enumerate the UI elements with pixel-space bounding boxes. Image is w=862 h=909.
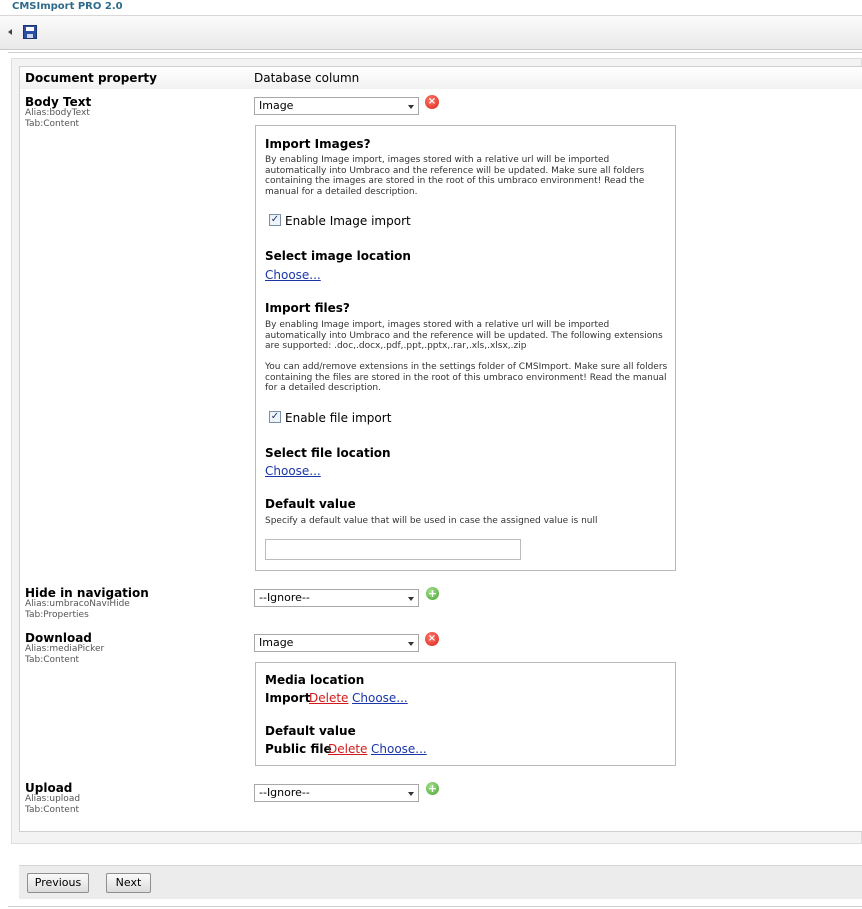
media-default-value-title: Default value (265, 724, 356, 738)
choose-file-location-link[interactable]: Choose... (265, 464, 321, 478)
column-select-download[interactable]: Image (254, 634, 419, 652)
import-images-description: By enabling Image import, images stored … (265, 155, 645, 197)
select-file-location-title: Select file location (265, 446, 391, 460)
property-alias: Alias:bodyText (25, 108, 90, 118)
remove-mapping-icon[interactable]: × (425, 632, 439, 646)
dropdown-arrow-icon (408, 792, 414, 796)
default-value-input[interactable] (265, 539, 521, 560)
property-alias: Alias:mediaPicker (25, 644, 105, 654)
property-name: Download (25, 631, 92, 645)
save-icon[interactable] (23, 25, 37, 39)
property-tab: Tab:Content (25, 119, 80, 129)
default-value-title: Default value (265, 497, 356, 511)
import-files-extensions-note: You can add/remove extensions in the set… (265, 362, 668, 393)
enable-file-import-label: Enable file import (285, 411, 392, 425)
select-value: Image (259, 636, 294, 649)
import-images-title: Import Images? (265, 137, 371, 151)
enable-file-import-checkbox[interactable]: ✓ (269, 411, 281, 423)
toolbar (0, 15, 862, 50)
delete-public-file-link[interactable]: Delete (328, 742, 367, 756)
add-mapping-icon[interactable]: + (426, 587, 439, 600)
property-tab: Tab:Content (25, 655, 80, 665)
app-title: CMSImport PRO 2.0 (12, 1, 123, 12)
remove-mapping-icon[interactable]: × (425, 95, 439, 109)
divider (8, 52, 862, 53)
column-select-hide-in-navigation[interactable]: --Ignore-- (254, 589, 419, 607)
choose-public-file-link[interactable]: Choose... (371, 742, 427, 756)
public-file-label: Public file (265, 742, 332, 756)
dropdown-arrow-icon (408, 105, 414, 109)
dropdown-arrow-icon (408, 597, 414, 601)
column-select-body-text[interactable]: Image (254, 97, 419, 115)
dropdown-arrow-icon (408, 642, 414, 646)
property-tab: Tab:Content (25, 805, 80, 815)
add-mapping-icon[interactable]: + (426, 782, 439, 795)
property-name: Body Text (25, 95, 92, 109)
import-files-description: By enabling Image import, images stored … (265, 320, 663, 351)
delete-import-link[interactable]: Delete (309, 691, 348, 705)
select-value: Image (259, 99, 294, 112)
document-property-header: Document property (25, 71, 157, 85)
previous-button[interactable]: Previous (27, 873, 89, 893)
choose-import-link[interactable]: Choose... (352, 691, 408, 705)
property-tab: Tab:Properties (25, 610, 89, 620)
enable-image-import-label: Enable Image import (285, 214, 411, 228)
divider (8, 906, 862, 907)
import-files-title: Import files? (265, 301, 350, 315)
select-image-location-title: Select image location (265, 249, 411, 263)
select-value: --Ignore-- (259, 591, 310, 604)
default-value-description: Specify a default value that will be use… (265, 516, 598, 526)
next-button[interactable]: Next (106, 873, 151, 893)
media-location-title: Media location (265, 673, 365, 687)
property-name: Upload (25, 781, 73, 795)
database-column-header: Database column (254, 71, 360, 85)
select-value: --Ignore-- (259, 786, 310, 799)
import-label: Import (265, 691, 311, 705)
property-alias: Alias:umbracoNaviHide (25, 599, 130, 609)
choose-image-location-link[interactable]: Choose... (265, 268, 321, 282)
enable-image-import-checkbox[interactable]: ✓ (269, 214, 281, 226)
property-alias: Alias:upload (25, 794, 81, 804)
column-select-upload[interactable]: --Ignore-- (254, 784, 419, 802)
property-name: Hide in navigation (25, 586, 149, 600)
collapse-arrow-icon[interactable] (8, 29, 12, 35)
